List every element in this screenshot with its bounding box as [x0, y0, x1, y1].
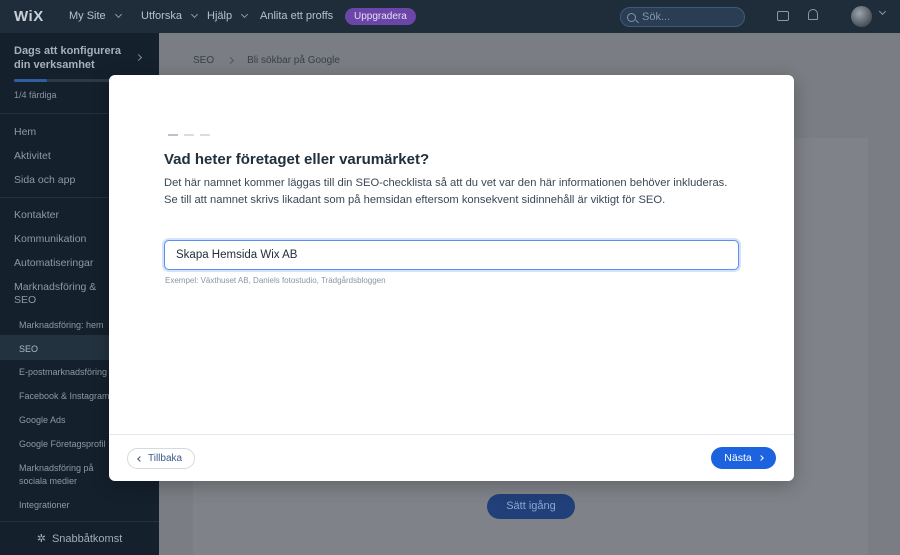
sidebar-item-social[interactable]: Marknadsföring på sociala medier	[19, 462, 114, 488]
chevron-left-icon	[137, 455, 143, 462]
setup-title[interactable]: Dags att konfigurera din verksamhet	[14, 44, 134, 72]
divider	[109, 434, 794, 435]
example-hint: Exempel: Växthuset AB, Daniels fotostudi…	[165, 276, 386, 285]
chevron-down-icon[interactable]	[878, 7, 887, 16]
search-icon	[627, 12, 636, 22]
star-icon: ✲	[36, 533, 46, 545]
search-box[interactable]	[620, 7, 745, 27]
step-dot	[200, 134, 210, 136]
business-name-input[interactable]	[164, 240, 739, 270]
modal-description: Det här namnet kommer läggas till din SE…	[164, 177, 728, 206]
start-button[interactable]: Sätt igång	[487, 494, 575, 519]
step-dot	[168, 134, 178, 136]
quick-access-button[interactable]: ✲ Snabbåtkomst	[0, 521, 159, 555]
wix-logo[interactable]: WiX	[14, 8, 44, 25]
chevron-right-icon	[227, 56, 235, 65]
explore-menu[interactable]: Utforska	[141, 10, 199, 22]
modal-title: Vad heter företaget eller varumärket?	[164, 151, 430, 168]
chevron-down-icon	[114, 10, 122, 19]
hire-pro-link[interactable]: Anlita ett proffs	[260, 10, 333, 22]
step-indicator	[168, 134, 210, 136]
sidebar-item-integrations[interactable]: Integrationer	[19, 499, 139, 512]
chevron-down-icon	[241, 10, 249, 19]
search-input[interactable]	[642, 11, 732, 23]
back-button[interactable]: Tillbaka	[127, 448, 196, 469]
progress-text: 1/4 färdiga	[14, 90, 57, 100]
top-bar: WiX My Site Utforska Hjälp Anlita ett pr…	[0, 0, 900, 33]
help-menu[interactable]: Hjälp	[207, 10, 249, 22]
chevron-right-icon	[757, 455, 764, 461]
chevron-right-icon[interactable]	[134, 53, 143, 62]
bell-icon[interactable]	[808, 9, 818, 20]
business-name-modal: Vad heter företaget eller varumärket? De…	[109, 75, 794, 481]
progress-fill	[14, 79, 47, 82]
next-button[interactable]: Nästa	[711, 447, 776, 469]
sidebar-item-marketing[interactable]: Marknadsföring & SEO	[14, 281, 109, 307]
upgrade-button[interactable]: Uppgradera	[345, 8, 416, 25]
my-site-menu[interactable]: My Site	[69, 10, 122, 22]
chevron-down-icon	[190, 10, 199, 19]
chat-icon[interactable]	[777, 11, 789, 21]
avatar[interactable]	[851, 6, 872, 27]
breadcrumb: SEO Bli sökbar på Google	[193, 55, 340, 66]
breadcrumb-current: Bli sökbar på Google	[247, 55, 340, 66]
breadcrumb-seo[interactable]: SEO	[193, 55, 214, 66]
step-dot	[184, 134, 194, 136]
